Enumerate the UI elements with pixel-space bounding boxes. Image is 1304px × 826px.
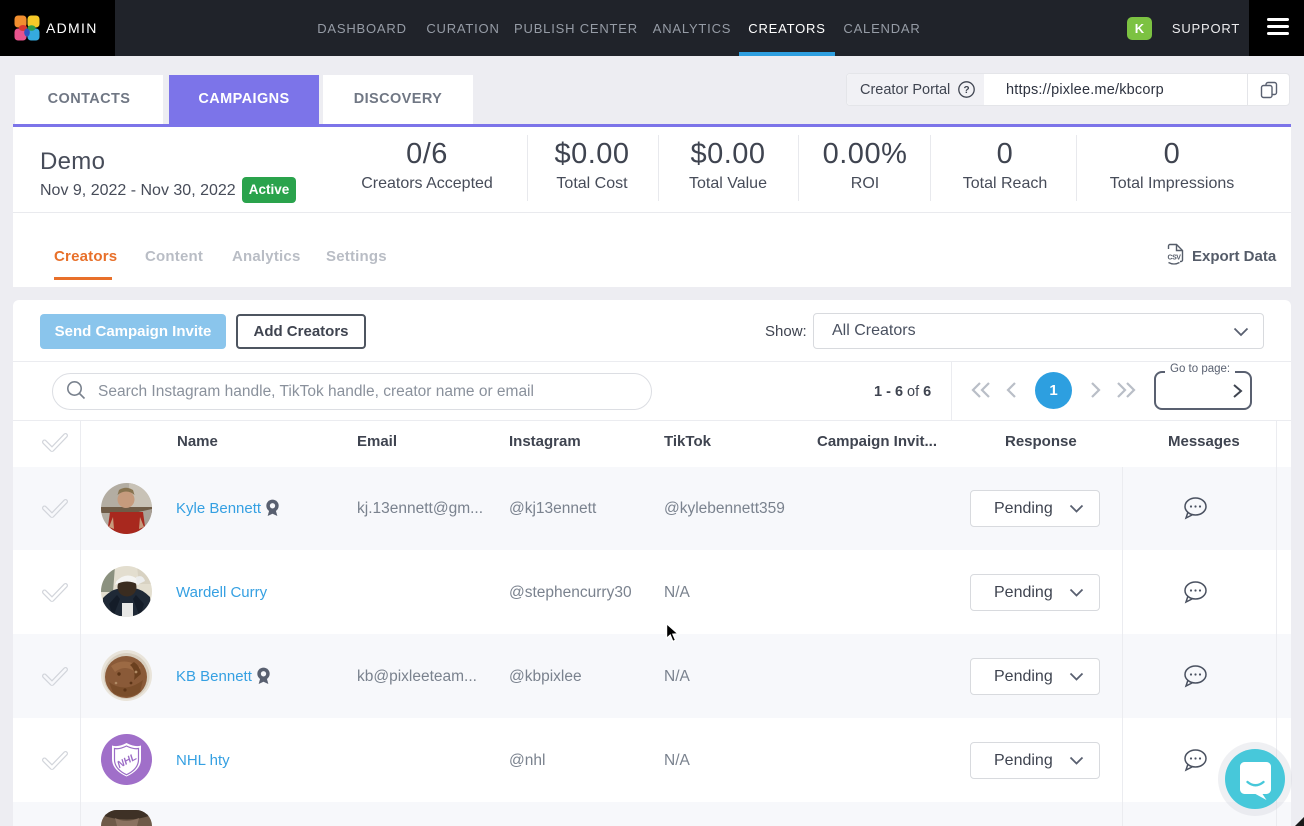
svg-text:CSV: CSV bbox=[1168, 255, 1182, 262]
svg-text:?: ? bbox=[964, 85, 970, 96]
